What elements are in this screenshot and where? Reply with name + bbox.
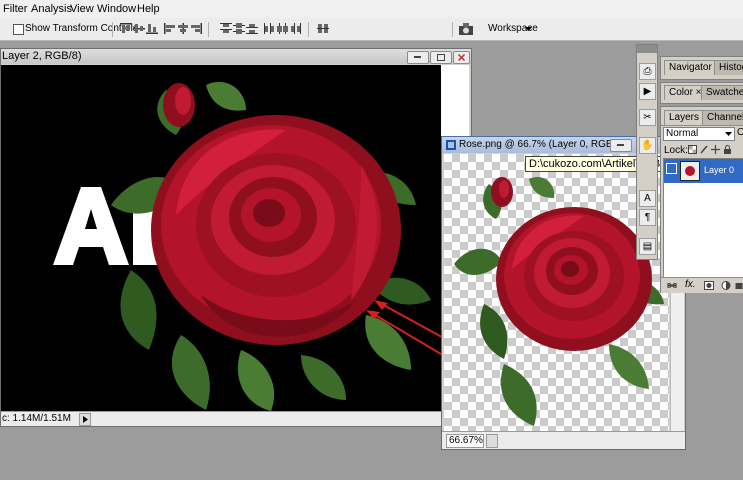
status-bar: c: 1.14M/1.51M [1,411,471,426]
tool-presets-icon[interactable]: ✂ [639,109,656,126]
lock-position-icon[interactable] [711,145,720,154]
maximize-button[interactable] [430,51,452,64]
panel-layers: Layers × Channels Normal O Lock: Layer 0… [660,106,743,293]
lock-image-icon[interactable] [700,145,709,154]
history-icon[interactable]: ⎙ [639,63,656,80]
layer-thumbnail [680,161,700,181]
distribute-hcenter-icon[interactable] [277,23,289,34]
document-title: Rose.png @ 66.7% (Layer 0, RGB/8) [459,139,625,150]
layers-list[interactable]: Layer 0 [663,158,743,280]
collapse-bar[interactable] [637,45,657,53]
distribute-right-icon[interactable] [290,23,302,34]
distribute-top-icon[interactable] [220,23,232,34]
status-menu-button[interactable] [486,434,498,448]
align-vcenter-icon[interactable] [133,23,145,34]
document-icon [446,140,456,150]
opacity-label: O [737,127,743,138]
distribute-bottom-icon[interactable] [246,23,258,34]
actions-icon[interactable]: ▶ [639,83,656,100]
eye-icon[interactable] [666,163,677,174]
minimize-button[interactable] [407,51,429,64]
show-transform-checkbox[interactable] [13,24,24,35]
tab-channels[interactable]: Channels [702,110,743,125]
adjustment-layer-icon[interactable] [721,281,731,290]
blend-mode-select[interactable]: Normal [663,127,735,141]
options-bar: Show Transform Controls Workspace [0,18,743,41]
panel-tool-strip: ⎙ ▶ ✂ ✋ A ¶ ▤ [636,44,658,260]
menu-window[interactable]: Window [97,3,136,15]
triangle-right-icon [83,416,88,423]
info-icon[interactable]: ▤ [639,238,656,255]
align-bottom-icon[interactable] [146,23,158,34]
status-menu-button[interactable] [79,413,91,426]
distribute-vcenter-icon[interactable] [233,23,245,34]
separator [308,22,309,37]
fx-icon[interactable]: fx. [685,279,696,290]
menu-analysis[interactable]: Analysis [31,3,72,15]
add-mask-icon[interactable] [704,281,714,290]
menu-help[interactable]: Help [137,3,160,15]
distribute-left-icon[interactable] [264,23,276,34]
tab-swatches[interactable]: Swatches [701,85,743,100]
character-icon[interactable]: A [639,190,656,207]
document-title: Layer 2, RGB/8) [2,50,82,62]
bridge-icon[interactable] [458,22,476,36]
separator [452,22,453,37]
chevron-down-icon[interactable] [525,27,532,31]
align-top-icon[interactable] [120,23,132,34]
panel-color: Color × Swatches [660,82,743,104]
lock-label: Lock: [664,145,688,156]
layer-name[interactable]: Layer 0 [704,165,734,175]
separator [112,22,113,37]
minimize-button[interactable] [610,139,632,152]
close-button[interactable] [453,51,470,64]
auto-align-icon[interactable] [317,23,329,34]
menu-bar: Filter Analysis View Window Help [0,0,743,19]
paragraph-icon[interactable]: ¶ [639,209,656,226]
separator [208,22,209,37]
menu-view[interactable]: View [70,3,94,15]
menu-filter[interactable]: Filter [3,3,27,15]
divider [661,125,743,126]
tab-histogram[interactable]: Histogra [714,60,743,75]
panel-navigator: Navigator × Histogra [660,56,743,80]
status-bar: 66.67% [442,431,685,449]
align-left-icon[interactable] [164,23,176,34]
layer-row[interactable]: Layer 0 [664,159,743,183]
chevron-down-icon [725,132,732,136]
lock-transparent-icon[interactable] [688,145,697,154]
zoom-field[interactable]: 66.67% [446,434,484,448]
close-icon [457,53,466,62]
link-layers-icon[interactable] [667,281,677,290]
doc-size-label: c: 1.14M/1.51M [2,413,71,424]
title-bar[interactable]: Layer 2, RGB/8) [1,49,471,64]
align-right-icon[interactable] [190,23,202,34]
lock-icon[interactable] [723,145,732,154]
align-hcenter-icon[interactable] [177,23,189,34]
folder-icon[interactable] [735,281,743,290]
brushes-icon[interactable]: ✋ [639,137,656,154]
layers-footer: fx. [661,277,743,293]
